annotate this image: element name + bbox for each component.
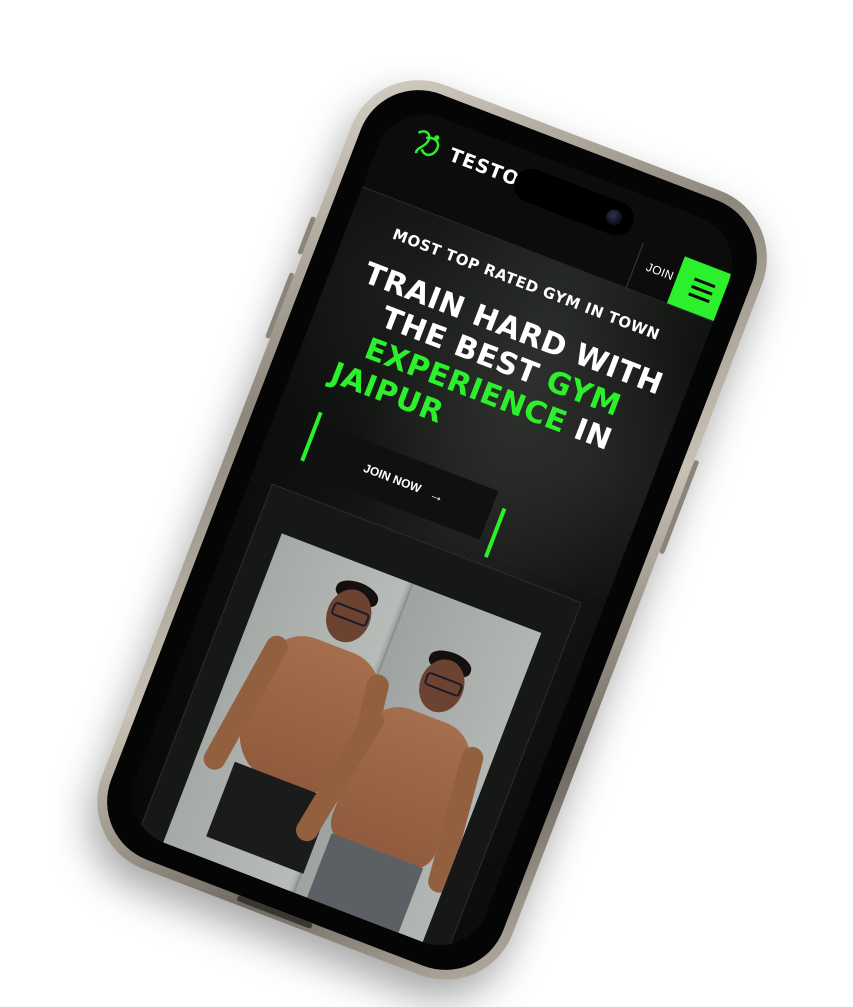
volume-up-button <box>297 215 317 256</box>
dynamic-island <box>509 163 639 241</box>
join-now-label: JOIN NOW <box>361 460 424 496</box>
gym-logo-icon <box>414 130 440 157</box>
nav-divider <box>625 242 644 288</box>
arrow-right-icon: → <box>426 484 448 507</box>
front-camera <box>603 207 625 228</box>
phone-screen: TESTO GYM JOIN NOW MOST TOP RATED GYM IN… <box>117 100 747 960</box>
phone-mockup: TESTO GYM JOIN NOW MOST TOP RATED GYM IN… <box>76 59 788 1001</box>
before-after-photo <box>159 533 542 951</box>
